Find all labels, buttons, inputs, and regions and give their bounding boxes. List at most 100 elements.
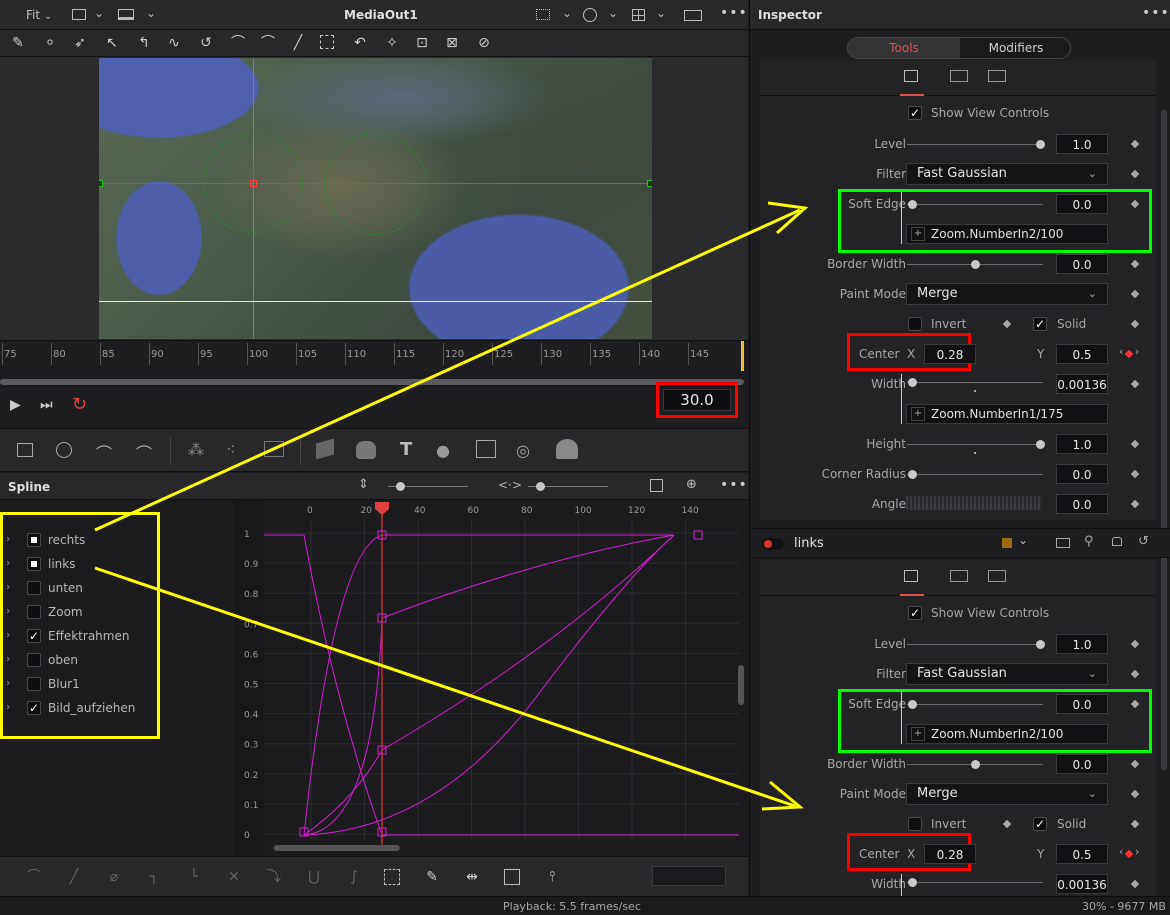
- image-tab-icon[interactable]: [950, 570, 968, 582]
- select-points-icon[interactable]: ↖: [104, 35, 120, 51]
- keyframe-diamond-icon[interactable]: [1124, 849, 1134, 859]
- brush-icon[interactable]: ⌒: [230, 35, 246, 51]
- width-value-field[interactable]: 0.00136: [1056, 874, 1108, 894]
- particles-icon[interactable]: ⁂: [188, 440, 204, 459]
- light-3d-icon[interactable]: [556, 439, 578, 459]
- keyframe-diamond-icon[interactable]: [1130, 289, 1140, 299]
- paint-mode-dropdown[interactable]: Merge ⌄: [906, 283, 1108, 305]
- keyframe-diamond-icon[interactable]: [1130, 169, 1140, 179]
- keyframe-diamond-icon[interactable]: [1130, 259, 1140, 269]
- linear-spline-icon[interactable]: ╱: [66, 869, 82, 885]
- polygon-mask-icon[interactable]: ⌒: [96, 440, 112, 464]
- smooth-spline-icon[interactable]: ⌒: [26, 869, 42, 885]
- chevron-down-icon[interactable]: ⌄: [608, 6, 618, 20]
- center-y-arrow[interactable]: [253, 163, 254, 181]
- image-tab-icon[interactable]: [950, 70, 968, 82]
- shape-box-icon[interactable]: [504, 869, 520, 885]
- reverse-icon[interactable]: ✕: [226, 869, 242, 885]
- color-channels-icon[interactable]: [583, 8, 597, 22]
- slider-knob[interactable]: [971, 760, 980, 769]
- select-icon[interactable]: ⸰: [42, 35, 58, 51]
- width-expression[interactable]: + Zoom.NumberIn1/175: [906, 404, 1108, 424]
- height-value-field[interactable]: 1.0: [1056, 434, 1108, 454]
- merge-3d-icon[interactable]: [356, 441, 376, 459]
- node-toggle[interactable]: [762, 538, 784, 550]
- bspline-mask-icon[interactable]: ⌒: [136, 440, 152, 464]
- skip-end-icon[interactable]: ⏭: [40, 397, 53, 413]
- tab-tools[interactable]: Tools: [848, 38, 960, 58]
- time-stretch-icon[interactable]: ⇹: [464, 869, 480, 885]
- plus-icon[interactable]: +: [911, 407, 925, 421]
- invert-spline-icon[interactable]: ⌀: [106, 869, 122, 885]
- border-width-value-field[interactable]: 0.0: [1056, 254, 1108, 274]
- level-value-field[interactable]: 1.0: [1056, 134, 1108, 154]
- loop-icon[interactable]: ↻: [72, 394, 87, 415]
- keyframe-diamond-icon[interactable]: [1130, 639, 1140, 649]
- step-in-icon[interactable]: ┐: [146, 869, 162, 885]
- delete-icon[interactable]: ⊠: [444, 35, 460, 51]
- curve-icon[interactable]: ⌒: [260, 35, 276, 51]
- rotate-icon[interactable]: ↺: [198, 35, 214, 51]
- keyframe-next-icon[interactable]: ›: [1135, 345, 1139, 358]
- handle-left[interactable]: [99, 180, 103, 187]
- image-plane-3d-icon[interactable]: [316, 438, 334, 460]
- slider-knob[interactable]: [908, 470, 917, 479]
- keyframe-diamond-icon[interactable]: [1130, 319, 1140, 329]
- particle-render-icon[interactable]: [264, 441, 284, 457]
- keyframe-diamond-icon[interactable]: [1124, 349, 1134, 359]
- controls-tab-icon[interactable]: [904, 570, 918, 582]
- tab-modifiers[interactable]: Modifiers: [960, 38, 1070, 58]
- slider-knob[interactable]: [1036, 440, 1045, 449]
- border-width-value-field[interactable]: 0.0: [1056, 754, 1108, 774]
- pen-add-icon[interactable]: ✎: [10, 35, 26, 51]
- fit-dropdown[interactable]: Fit ⌄: [26, 8, 52, 22]
- spline-graph-svg[interactable]: 0 20 40 60 80 100 120 140 1 0.9 0.8 0.7 0.6 0.5 0.4 0.3…: [234, 500, 748, 856]
- chevron-down-icon[interactable]: ⌄: [94, 6, 104, 20]
- slider-track[interactable]: [907, 882, 1043, 883]
- slider-track[interactable]: [907, 474, 1043, 475]
- slider-track[interactable]: [907, 144, 1043, 145]
- chevron-down-icon[interactable]: ⌄: [656, 6, 666, 20]
- angle-value-field[interactable]: 0.0: [1056, 494, 1108, 514]
- chevron-down-icon[interactable]: ⌄: [146, 6, 156, 20]
- horizontal-zoom-icon[interactable]: <·>: [498, 478, 522, 492]
- keyframe-diamond-icon[interactable]: [1130, 499, 1140, 509]
- vertical-zoom-icon[interactable]: ⇕: [358, 477, 369, 492]
- center-y-field[interactable]: 0.5: [1056, 344, 1108, 364]
- level-value-field[interactable]: 1.0: [1056, 634, 1108, 654]
- filter-dropdown[interactable]: Fast Gaussian ⌄: [906, 663, 1108, 685]
- fit-icon[interactable]: [650, 479, 663, 492]
- pin-icon[interactable]: ⚲: [1084, 534, 1094, 549]
- corner-radius-value-field[interactable]: 0.0: [1056, 464, 1108, 484]
- keyframe-prev-icon[interactable]: ‹: [1119, 845, 1123, 858]
- slider-track[interactable]: [907, 382, 1043, 383]
- keyframe-diamond-icon[interactable]: [1130, 819, 1140, 829]
- line-icon[interactable]: ╱: [290, 35, 306, 51]
- keyframe-diamond-icon[interactable]: [1130, 469, 1140, 479]
- slider-track[interactable]: [907, 444, 1043, 445]
- text-3d-icon[interactable]: T: [400, 439, 412, 460]
- keyframe-diamond-icon[interactable]: [1130, 789, 1140, 799]
- slider-knob[interactable]: [1036, 140, 1045, 149]
- smooth-icon[interactable]: ∿: [166, 35, 182, 51]
- add-point-icon[interactable]: ✎: [424, 869, 440, 885]
- reset-icon[interactable]: ↺: [1138, 534, 1149, 549]
- show-view-controls-checkbox[interactable]: ✓: [908, 106, 922, 120]
- slider-knob[interactable]: [908, 378, 917, 387]
- camera-3d-icon[interactable]: ◎: [516, 441, 530, 460]
- keyframe-diamond-icon[interactable]: [1002, 819, 1012, 829]
- value-field[interactable]: [652, 866, 726, 886]
- viewer-canvas[interactable]: [0, 57, 748, 340]
- layout-icon[interactable]: [72, 9, 86, 20]
- rectangle-mask-icon[interactable]: [17, 443, 33, 457]
- keyframe-diamond-icon[interactable]: [1130, 759, 1140, 769]
- width-value-field[interactable]: 0.00136: [1056, 374, 1108, 394]
- ease-out-icon[interactable]: ⋃: [306, 869, 322, 885]
- controls-tab-icon[interactable]: [904, 70, 918, 82]
- filter-dropdown[interactable]: Fast Gaussian ⌄: [906, 163, 1108, 185]
- zoom-icon[interactable]: ⊕: [686, 477, 697, 492]
- select-add-icon[interactable]: ➶: [72, 35, 88, 51]
- particle-emitter-icon[interactable]: ⁖: [226, 440, 235, 459]
- inspector-scrollbar[interactable]: [1161, 110, 1167, 770]
- keyframe-diamond-icon[interactable]: [1130, 879, 1140, 889]
